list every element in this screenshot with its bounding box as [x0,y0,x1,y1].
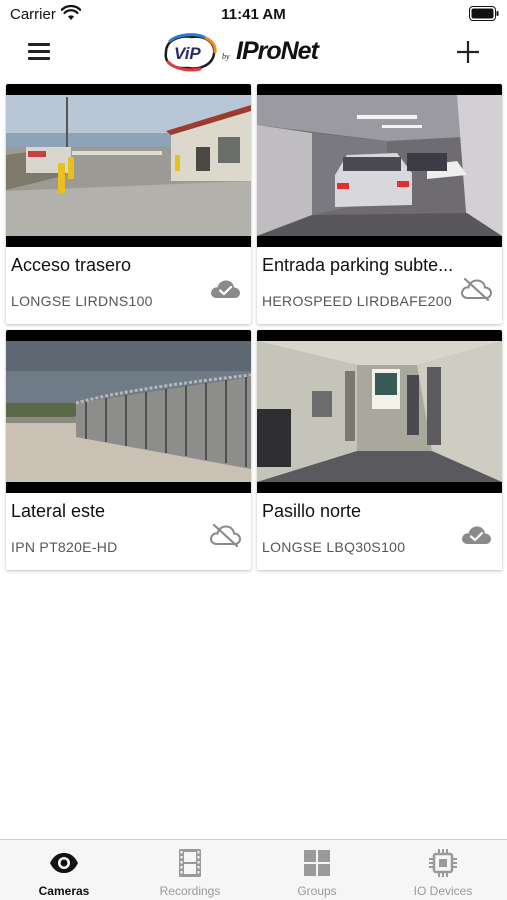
camera-title: Entrada parking subte... [262,255,454,275]
camera-snapshot-image [257,341,502,482]
cloud-off-icon [210,523,241,547]
battery-icon [469,6,499,21]
camera-snapshot-image [257,95,502,236]
app-header: ViP by IProNet [0,28,507,76]
camera-title: Lateral este [11,501,106,521]
logo-vip-text: ViP [174,44,201,63]
camera-thumbnail [257,84,502,247]
camera-card[interactable]: Pasillo norte LONGSE LBQ30S100 [257,330,502,570]
film-icon [179,849,201,877]
camera-card[interactable]: Lateral este IPN PT820E-HD [6,330,251,570]
bottom-tab-bar: Cameras Recordings Groups IO Devices [0,839,507,900]
camera-thumbnail [6,330,251,493]
camera-snapshot-image [6,341,251,482]
cloud-check-icon [462,526,491,544]
camera-title: Acceso trasero [11,255,132,275]
camera-thumbnail [257,330,502,493]
tab-recordings[interactable]: Recordings [127,840,253,900]
chip-icon [429,849,457,877]
vip-badge-icon: ViP [164,33,217,72]
camera-thumbnail [6,84,251,247]
tab-label: Recordings [159,884,221,898]
cloud-off-icon [461,277,492,301]
vip-by-ipronet-logo: ViP by IProNet [160,30,350,74]
status-time: 11:41 AM [221,6,286,23]
tab-label: Groups [297,884,337,898]
tab-label: Cameras [38,884,90,898]
tab-label: IO Devices [413,884,473,898]
eye-icon [50,853,78,873]
camera-snapshot-image [6,95,251,236]
camera-card[interactable]: Entrada parking subte... HEROSPEED LIRDB… [257,84,502,324]
camera-model: IPN PT820E-HD [11,539,118,555]
camera-model: LONGSE LBQ30S100 [262,539,406,555]
tab-cameras[interactable]: Cameras [1,840,127,900]
tab-io-devices[interactable]: IO Devices [380,840,506,900]
camera-model: HEROSPEED LIRDBAFE200 [262,293,452,309]
cloud-check-icon [211,280,240,298]
camera-title: Pasillo norte [262,501,362,521]
camera-card[interactable]: Acceso trasero LONGSE LIRDNS100 [6,84,251,324]
hamburger-menu-icon[interactable] [24,39,56,65]
grid-icon [304,850,330,876]
logo-brand-text: IProNet [236,37,319,65]
status-bar: Carrier 11:41 AM [0,0,507,28]
camera-model: LONGSE LIRDNS100 [11,293,153,309]
logo-by-text: by [222,52,230,61]
plus-icon[interactable] [453,37,483,67]
tab-groups[interactable]: Groups [254,840,380,900]
